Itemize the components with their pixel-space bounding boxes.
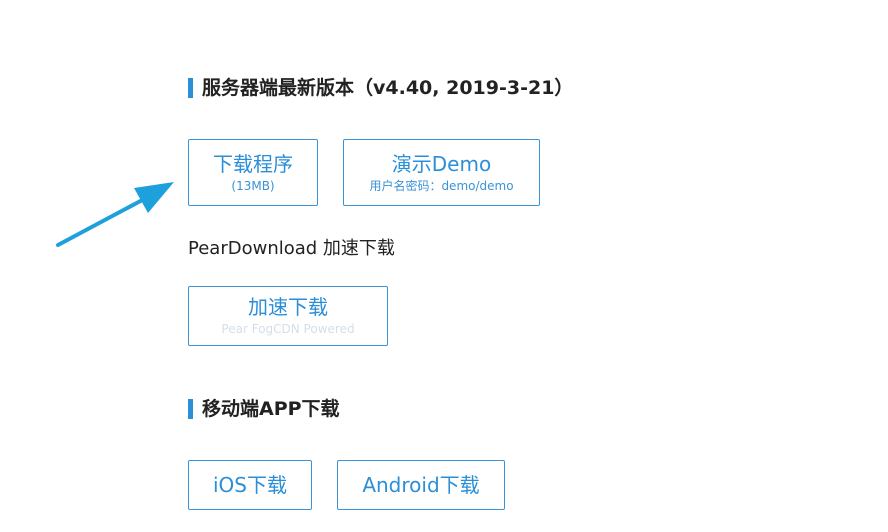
ios-download-label: iOS下载 (213, 473, 287, 497)
android-download-button[interactable]: Android下载 (337, 460, 505, 510)
android-download-label: Android下载 (362, 473, 480, 497)
demo-label: 演示Demo (391, 151, 492, 176)
download-program-label: 下载程序 (213, 151, 293, 176)
accelerated-download-label: 加速下载 (248, 295, 328, 319)
mobile-section-title: 移动端APP下载 (188, 399, 340, 419)
demo-button[interactable]: 演示Demo 用户名密码：demo/demo (343, 139, 540, 206)
download-program-button[interactable]: 下载程序 (13MB) (188, 139, 318, 206)
demo-credentials-label: 用户名密码：demo/demo (369, 178, 514, 193)
peardownload-label: PearDownload 加速下载 (188, 238, 395, 259)
ios-download-button[interactable]: iOS下载 (188, 460, 312, 510)
server-section-title: 服务器端最新版本（v4.40, 2019-3-21） (188, 78, 573, 98)
download-size-label: (13MB) (231, 178, 275, 193)
fogcdn-powered-label: Pear FogCDN Powered (221, 322, 355, 336)
accelerated-download-button[interactable]: 加速下载 Pear FogCDN Powered (188, 286, 388, 346)
